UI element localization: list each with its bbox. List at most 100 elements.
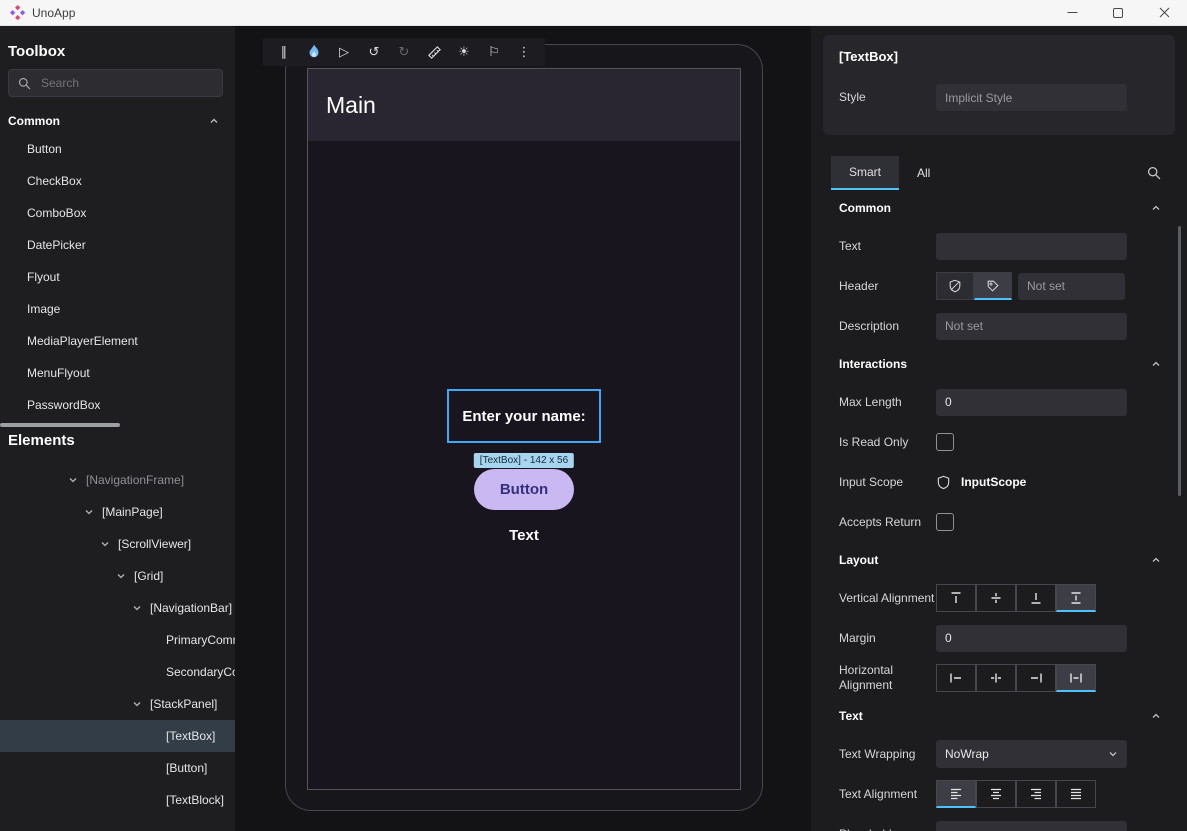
shield-icon[interactable] (936, 475, 951, 490)
design-button[interactable]: Button (474, 469, 574, 510)
header-tag-button[interactable] (974, 272, 1012, 300)
kebab-menu-icon[interactable]: ⋮ (509, 38, 539, 66)
toolbox-scrollbar[interactable] (0, 423, 120, 427)
toolbox-item-combobox[interactable]: ComboBox (0, 197, 235, 229)
chevron-down-icon[interactable] (68, 475, 80, 485)
text-align-right-icon (1028, 786, 1044, 802)
tree-item-textbox-selected[interactable]: [TextBox] (0, 720, 235, 752)
align-bottom-icon (1028, 590, 1044, 606)
toolbox-item-checkbox[interactable]: CheckBox (0, 165, 235, 197)
drag-handle-icon[interactable]: ∥ (269, 38, 299, 66)
page-title: Main (326, 92, 376, 119)
flag-icon[interactable]: ⚐ (479, 38, 509, 66)
align-right-button[interactable] (1016, 664, 1056, 692)
max-length-input[interactable] (936, 389, 1127, 416)
text-wrapping-dropdown[interactable]: NoWrap (936, 740, 1127, 768)
inspector-scrollbar[interactable] (1178, 226, 1181, 496)
navigation-bar[interactable]: Main (308, 69, 740, 141)
chevron-down-icon[interactable] (84, 507, 96, 517)
section-interactions[interactable]: Interactions (811, 346, 1187, 382)
text-align-left-button[interactable] (936, 780, 976, 808)
tree-item-primarycommands[interactable]: PrimaryComm (0, 624, 235, 656)
toolbox-item-image[interactable]: Image (0, 293, 235, 325)
play-icon[interactable]: ▷ (329, 38, 359, 66)
ruler-icon[interactable] (419, 38, 449, 66)
chevron-down-icon[interactable] (132, 603, 144, 613)
placeholder-label: Placeholder (839, 827, 936, 831)
margin-input[interactable] (936, 625, 1127, 652)
align-bottom-button[interactable] (1016, 584, 1056, 612)
text-input[interactable] (936, 233, 1127, 260)
close-button[interactable] (1141, 0, 1187, 25)
design-textblock[interactable]: Text (509, 527, 539, 544)
accepts-return-checkbox[interactable] (936, 513, 954, 531)
align-hstretch-button[interactable] (1056, 664, 1096, 692)
tree-item-navigationbar[interactable]: [NavigationBar] (0, 592, 235, 624)
header-shield-button[interactable] (936, 272, 974, 300)
tree-item-stackpanel[interactable]: [StackPanel] (0, 688, 235, 720)
input-scope-label: Input Scope (839, 475, 936, 490)
text-align-right-button[interactable] (1016, 780, 1056, 808)
chevron-down-icon[interactable] (116, 571, 128, 581)
style-input[interactable] (936, 84, 1127, 111)
placeholder-row: Placeholder (811, 814, 1187, 831)
placeholder-input[interactable] (936, 821, 1127, 831)
chevron-down-icon[interactable] (100, 539, 112, 549)
align-vcenter-button[interactable] (976, 584, 1016, 612)
text-align-justify-button[interactable] (1056, 780, 1096, 808)
tree-item-textblock[interactable]: [TextBlock] (0, 784, 235, 816)
tree-item-mainpage[interactable]: [MainPage] (0, 496, 235, 528)
align-hcenter-button[interactable] (976, 664, 1016, 692)
header-input[interactable] (1018, 273, 1125, 300)
margin-row: Margin (811, 618, 1187, 658)
toolbox-item-list: Button CheckBox ComboBox DatePicker Flyo… (0, 133, 235, 421)
tree-item-grid[interactable]: [Grid] (0, 560, 235, 592)
align-vstretch-button[interactable] (1056, 584, 1096, 612)
toolbox-item-datepicker[interactable]: DatePicker (0, 229, 235, 261)
align-top-button[interactable] (936, 584, 976, 612)
section-text[interactable]: Text (811, 698, 1187, 734)
toolbox-item-flyout[interactable]: Flyout (0, 261, 235, 293)
tab-smart[interactable]: Smart (831, 156, 899, 190)
tree-item-scrollviewer[interactable]: [ScrollViewer] (0, 528, 235, 560)
input-scope-value[interactable]: InputScope (961, 475, 1026, 489)
tab-all[interactable]: All (899, 156, 948, 190)
toolbox-item-mediaplayerelement[interactable]: MediaPlayerElement (0, 325, 235, 357)
toolbox-section-common[interactable]: Common (0, 109, 235, 133)
toolbox-search-box[interactable] (8, 69, 223, 97)
selection-size-badge: [TextBox] - 142 x 56 (474, 453, 574, 468)
design-surface[interactable]: Enter your name: [TextBox] - 142 x 56 Bu… (308, 141, 740, 789)
section-common[interactable]: Common (811, 190, 1187, 226)
redo-icon[interactable]: ↻ (389, 38, 419, 66)
elements-title: Elements (0, 431, 235, 450)
search-input[interactable] (39, 75, 213, 91)
properties-panel: [TextBox] Style Smart All Common Text He… (811, 26, 1187, 831)
tree-item-button[interactable]: [Button] (0, 752, 235, 784)
undo-icon[interactable]: ↺ (359, 38, 389, 66)
text-property-row: Text (811, 226, 1187, 266)
align-left-button[interactable] (936, 664, 976, 692)
toolbox-item-menuflyout[interactable]: MenuFlyout (0, 357, 235, 389)
text-align-left-icon (948, 786, 964, 802)
vertical-alignment-label: Vertical Alignment (839, 591, 936, 606)
max-length-row: Max Length (811, 382, 1187, 422)
section-layout[interactable]: Layout (811, 542, 1187, 578)
text-align-center-button[interactable] (976, 780, 1016, 808)
app-logo-icon (10, 5, 25, 20)
description-label: Description (839, 319, 936, 334)
inspector-search-icon[interactable] (1147, 166, 1161, 180)
tree-item-label: [Button] (166, 761, 207, 775)
align-top-icon (948, 590, 964, 606)
selected-textbox[interactable]: Enter your name: (447, 389, 601, 443)
toolbox-item-passwordbox[interactable]: PasswordBox (0, 389, 235, 421)
description-input[interactable] (936, 313, 1127, 340)
tree-item-secondarycommands[interactable]: SecondaryCo (0, 656, 235, 688)
chevron-down-icon[interactable] (132, 699, 144, 709)
toolbox-item-button[interactable]: Button (0, 133, 235, 165)
tree-item-navigationframe[interactable]: [NavigationFrame] (0, 464, 235, 496)
minimize-button[interactable] (1049, 0, 1095, 25)
read-only-checkbox[interactable] (936, 433, 954, 451)
maximize-button[interactable] (1095, 0, 1141, 25)
theme-icon[interactable]: ☀ (449, 38, 479, 66)
hot-reload-flame-icon[interactable] (299, 38, 329, 66)
